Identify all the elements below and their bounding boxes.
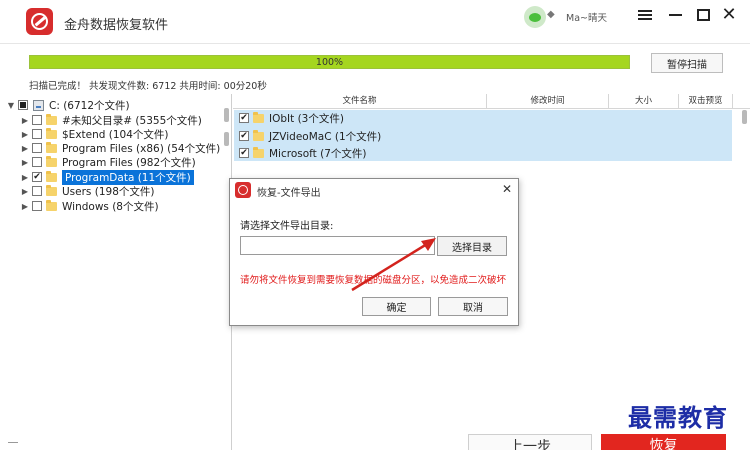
tree-item[interactable]: ▶ Program Files (982个文件) — [20, 155, 196, 169]
column-header-modified[interactable]: 修改时间 — [487, 94, 609, 108]
close-icon[interactable]: ✕ — [716, 4, 742, 26]
tree-item-checkbox[interactable] — [32, 186, 42, 196]
close-icon[interactable]: ✕ — [502, 182, 512, 196]
scan-progress-bar: 100% — [29, 55, 630, 69]
drive-icon — [33, 99, 44, 111]
file-row-checkbox[interactable]: ✔ — [239, 113, 249, 123]
file-row-name: IObIt (3个文件) — [269, 112, 344, 125]
chevron-right-icon[interactable]: ▶ — [20, 187, 30, 196]
chevron-down-icon[interactable]: ▼ — [6, 101, 16, 110]
previous-step-button[interactable]: 上一步 — [468, 434, 592, 450]
cancel-button[interactable]: 取消 — [438, 297, 508, 316]
title-bar: 金舟数据恢复软件 ◆ Ma~晴天 ✕ — [0, 0, 750, 44]
folder-icon — [253, 111, 264, 123]
tree-item-label: #未知父目录# (5355个文件) — [62, 114, 202, 127]
folder-icon — [253, 146, 264, 158]
tree-item-checkbox[interactable] — [32, 143, 42, 153]
column-header-preview[interactable]: 双击预览 — [679, 94, 733, 108]
watermark-text: 最需教育 — [628, 403, 728, 432]
file-row-checkbox[interactable]: ✔ — [239, 131, 249, 141]
file-row[interactable]: ✔ Microsoft (7个文件) — [237, 146, 367, 160]
folder-icon — [46, 184, 57, 196]
file-list-scrollbar[interactable] — [742, 110, 748, 310]
folder-icon — [46, 141, 57, 153]
diamond-icon[interactable]: ◆ — [547, 10, 557, 20]
tree-item[interactable]: ▶ Users (198个文件) — [20, 184, 154, 198]
chevron-right-icon[interactable]: ▶ — [20, 116, 30, 125]
app-logo-icon — [235, 182, 251, 198]
scan-status: 扫描已完成！ 共发现文件数: 6712 共用时间: 00分20秒 — [29, 81, 267, 92]
tree-item-checkbox[interactable] — [32, 201, 42, 211]
column-header-size[interactable]: 大小 — [609, 94, 679, 108]
chevron-right-icon[interactable]: ▶ — [20, 130, 30, 139]
ok-button[interactable]: 确定 — [362, 297, 431, 316]
folder-icon — [46, 155, 57, 167]
maximize-icon[interactable] — [690, 4, 716, 26]
wechat-icon[interactable] — [524, 6, 546, 28]
dialog-title: 恢复-文件导出 — [257, 188, 321, 199]
tree-root-label: C: (6712个文件) — [49, 99, 130, 112]
user-name[interactable]: Ma~晴天 — [566, 10, 607, 24]
chevron-right-icon[interactable]: ▶ — [20, 158, 30, 167]
tree-item[interactable]: ▶ Program Files (x86) (54个文件) — [20, 141, 220, 155]
tree-item-label: Program Files (x86) (54个文件) — [62, 142, 221, 155]
tree-item-label: $Extend (104个文件) — [62, 128, 169, 141]
file-row[interactable]: ✔ JZVideoMaC (1个文件) — [237, 129, 381, 143]
minimize-icon[interactable] — [662, 4, 688, 26]
file-row-checkbox[interactable]: ✔ — [239, 148, 249, 158]
hamburger-menu-icon[interactable] — [632, 4, 658, 26]
dialog-title-bar: 恢复-文件导出 ✕ — [230, 179, 518, 201]
dialog-warning: 请勿将文件恢复到需要恢复数据的磁盘分区，以免造成二次破坏 — [240, 275, 507, 286]
folder-icon — [46, 199, 57, 211]
export-path-input[interactable] — [240, 236, 435, 255]
chevron-right-icon[interactable]: ▶ — [20, 202, 30, 211]
pause-scan-button[interactable]: 暂停扫描 — [651, 53, 723, 73]
dialog-prompt: 请选择文件导出目录: — [240, 221, 334, 232]
footer-divider — [8, 442, 18, 450]
app-title: 金舟数据恢复软件 — [64, 18, 169, 33]
column-header-name[interactable]: 文件名称 — [233, 94, 487, 108]
folder-icon — [46, 127, 57, 139]
app-logo-icon — [26, 8, 53, 35]
tree-item-label: Program Files (982个文件) — [62, 156, 196, 169]
export-dialog: 恢复-文件导出 ✕ 请选择文件导出目录: 选择目录 请勿将文件恢复到需要恢复数据… — [229, 178, 519, 326]
tree-item[interactable]: ▶ Windows (8个文件) — [20, 199, 159, 213]
tree-item-label: Users (198个文件) — [62, 185, 155, 198]
recover-button[interactable]: 恢复 — [601, 434, 726, 450]
progress-label: 100% — [315, 57, 344, 68]
tree-root-checkbox[interactable] — [18, 100, 28, 110]
file-row[interactable]: ✔ IObIt (3个文件) — [237, 111, 344, 125]
chevron-right-icon[interactable]: ▶ — [20, 173, 30, 182]
folder-icon — [46, 170, 57, 182]
tree-item-checkbox[interactable] — [32, 129, 42, 139]
tree-item-label: Windows (8个文件) — [62, 200, 159, 213]
tree-item-checkbox[interactable]: ✔ — [32, 172, 42, 182]
select-directory-button[interactable]: 选择目录 — [437, 236, 507, 256]
file-row-name: Microsoft (7个文件) — [269, 147, 367, 160]
folder-icon — [253, 129, 264, 141]
tree-item-selected[interactable]: ▶ ✔ ProgramData (11个文件) — [20, 169, 194, 185]
tree-item[interactable]: ▶ $Extend (104个文件) — [20, 127, 169, 141]
tree-item[interactable]: ▶ #未知父目录# (5355个文件) — [20, 113, 202, 127]
file-row-name: JZVideoMaC (1个文件) — [269, 130, 382, 143]
tree-root-drive[interactable]: ▼ C: (6712个文件) — [6, 98, 130, 112]
chevron-right-icon[interactable]: ▶ — [20, 144, 30, 153]
folder-icon — [46, 113, 57, 125]
tree-item-checkbox[interactable] — [32, 115, 42, 125]
tree-item-checkbox[interactable] — [32, 157, 42, 167]
tree-item-label: ProgramData (11个文件) — [62, 169, 194, 185]
